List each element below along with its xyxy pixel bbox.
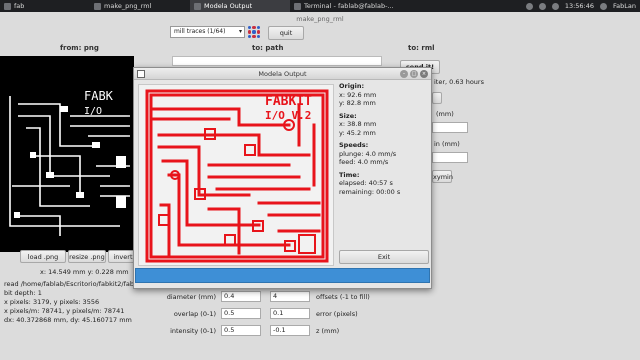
svg-text:FABK: FABK (84, 89, 114, 103)
taskbar-app-label: fab (14, 2, 25, 10)
resize-png-button[interactable]: resize .png (68, 250, 106, 263)
user-name[interactable]: FabLan (613, 2, 636, 10)
volume-icon[interactable] (538, 2, 546, 10)
maximize-icon[interactable]: □ (410, 70, 418, 78)
overlap-label: overlap (0-1) (173, 310, 216, 318)
estimate-hours: iter, 0.63 hours (434, 78, 484, 86)
taskbar-app-terminal[interactable]: Terminal - fablab@fablab-... (290, 0, 410, 12)
to-rml-heading: to: rml (408, 44, 435, 52)
error-input[interactable]: 0.1 (270, 308, 310, 319)
z-label: z (mm) (316, 327, 340, 335)
png-preview: FABK I/O (0, 56, 134, 252)
battery-icon[interactable] (551, 2, 559, 10)
time-group: Time: elapsed: 40:57 s remaining: 00:00 … (339, 171, 429, 197)
speed-label: (mm) (436, 110, 454, 118)
system-tray: 13:56:46 FabLan (525, 2, 640, 10)
clock[interactable]: 13:56:46 (565, 2, 594, 10)
to-path-heading: to: path (252, 44, 284, 52)
diameter-input[interactable]: 0.4 (221, 291, 261, 302)
origin-y: y: 82.8 mm (339, 99, 376, 107)
dialog-title: Modela Output (258, 70, 307, 78)
time-heading: Time: (339, 170, 360, 179)
intensity-label: intensity (0-1) (170, 327, 216, 335)
mill-select-value: mill traces (1/64) (174, 28, 226, 35)
board-version-text: I/O V.2 (265, 109, 311, 122)
size-y: y: 45.2 mm (339, 128, 376, 137)
xymin-button[interactable]: xymin (432, 170, 453, 183)
toolpath-drawing: FABKIT I/O V.2 (139, 85, 333, 265)
mill-select[interactable]: mill traces (1/64) ▾ (170, 26, 245, 38)
svg-text:I/O: I/O (84, 106, 102, 117)
right-input-2[interactable] (432, 152, 468, 163)
palette-icon[interactable] (248, 26, 260, 38)
chevron-down-icon: ▾ (238, 28, 242, 35)
origin-heading: Origin: (339, 82, 365, 90)
board-title-text: FABKIT (265, 94, 312, 109)
terminal-icon (294, 2, 301, 10)
window-icon (137, 70, 145, 78)
toolpath-view: FABKIT I/O V.2 (138, 84, 334, 266)
taskbar-app-make-png-rml[interactable]: make_png_rml (90, 0, 190, 12)
window-icon (94, 2, 101, 10)
progress-bar (135, 268, 430, 283)
dialog-titlebar[interactable]: Modela Output – □ × (134, 68, 431, 80)
taskbar: fab make_png_rml Modela Output Terminal … (0, 0, 640, 12)
minimize-icon[interactable]: – (400, 70, 408, 78)
taskbar-app-modela-output[interactable]: Modela Output (190, 0, 290, 12)
overlap-input[interactable]: 0.5 (221, 308, 261, 319)
load-png-button[interactable]: load .png (20, 250, 66, 263)
window-icon (194, 2, 201, 10)
speeds-heading: Speeds: (339, 141, 369, 149)
speeds-group: Speeds: plunge: 4.0 mm/s feed: 4.0 mm/s (339, 141, 429, 167)
taskbar-app-label: make_png_rml (104, 2, 152, 10)
path-field[interactable] (172, 56, 382, 66)
quit-button[interactable]: quit (268, 26, 304, 40)
exit-button[interactable]: Exit (339, 250, 429, 264)
wifi-icon[interactable] (525, 2, 533, 10)
feed-speed: feed: 4.0 mm/s (339, 158, 389, 166)
modela-output-dialog: Modela Output – □ × FABKIT I/O V.2 Origi… (133, 67, 432, 289)
size-x: x: 38.8 mm (339, 120, 377, 128)
offsets-input[interactable]: 4 (270, 291, 310, 302)
cursor-coordinates: x: 14.549 mm y: 0.228 mm (40, 268, 129, 276)
taskbar-app-fab[interactable]: fab (0, 0, 90, 12)
plunge-speed: plunge: 4.0 mm/s (339, 149, 397, 158)
diameter-label: diameter (mm) (166, 293, 216, 301)
origin-group: Origin: x: 92.6 mm y: 82.8 mm (339, 82, 429, 108)
elapsed-time: elapsed: 40:57 s (339, 179, 393, 187)
from-png-heading: from: png (60, 44, 99, 52)
small-button[interactable] (432, 92, 442, 104)
window-title: make_png_rml (296, 15, 344, 23)
origin-x: x: 92.6 mm (339, 90, 377, 99)
board-preview-image: FABK I/O (0, 56, 134, 252)
job-stats: Origin: x: 92.6 mm y: 82.8 mm Size: x: 3… (339, 82, 429, 200)
min-label: in (mm) (434, 140, 460, 148)
offsets-label: offsets (-1 to fill) (316, 293, 370, 301)
size-heading: Size: (339, 111, 357, 120)
right-input-1[interactable] (432, 122, 468, 133)
remaining-time: remaining: 00:00 s (339, 187, 401, 196)
close-icon[interactable]: × (420, 70, 428, 78)
window-controls: – □ × (400, 70, 428, 78)
intensity-input[interactable]: 0.5 (221, 325, 261, 336)
taskbar-app-label: Modela Output (204, 2, 253, 10)
size-group: Size: x: 38.8 mm y: 45.2 mm (339, 112, 429, 138)
taskbar-app-label: Terminal - fablab@fablab-... (304, 2, 394, 10)
folder-icon (4, 2, 11, 10)
user-icon (600, 2, 608, 10)
z-input[interactable]: -0.1 (270, 325, 310, 336)
error-label: error (pixels) (316, 310, 358, 318)
